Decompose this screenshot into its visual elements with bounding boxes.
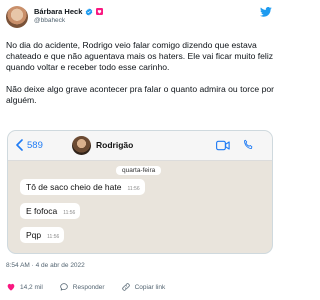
reply-icon [60,283,68,291]
message-text: Tô de saco cheio de hate [26,182,122,192]
message-bubble: Tô de saco cheio de hate 11:56 [20,179,145,195]
back-button[interactable]: 589 [16,139,43,151]
verified-icon [86,7,93,16]
tweet-timestamp[interactable]: 8:54 AM · 4 de abr de 2022 [6,262,85,269]
link-icon [121,283,130,291]
copy-link-label: Copiar link [134,283,166,291]
author-display-name[interactable]: Bárbara Heck [34,7,82,16]
phone-icon[interactable] [242,139,254,151]
message-bubble: E fofoca 11:56 [20,203,81,219]
twitter-bird-icon[interactable] [260,7,272,17]
tweet-card: Bárbara Heck @bbaheck No dia do acidente… [0,0,281,300]
tweet-actions: 14,2 mil Responder Copiar link [6,280,276,294]
author-name-row: Bárbara Heck [34,7,104,16]
contact-name[interactable]: Rodrigão [96,140,133,150]
attached-image-whatsapp-chat[interactable]: 589 Rodrigão quarta-feira Tô de saco che… [7,130,273,254]
like-button[interactable]: 14,2 mil [6,282,43,292]
contact-avatar[interactable] [72,136,91,155]
heart-emoji-icon [96,8,104,15]
message-time: 11:56 [47,234,60,240]
message-text: Pqp [26,230,42,240]
tweet-header: Bárbara Heck @bbaheck [6,6,276,34]
message-time: 11:56 [127,186,140,192]
reply-button[interactable]: Responder [59,282,105,292]
message-bubble: Pqp 11:56 [20,227,65,243]
copy-link-button[interactable]: Copiar link [121,282,166,292]
video-call-icon[interactable] [216,140,230,151]
message-time: 11:56 [63,210,76,216]
message-text: E fofoca [26,206,58,216]
tweet-text: No dia do acidente, Rodrigo veio falar c… [6,40,276,117]
tweet-paragraph: Não deixe algo grave acontecer pra falar… [6,84,275,105]
author-handle[interactable]: @bbaheck [34,17,65,24]
like-count: 14,2 mil [20,283,43,291]
reply-label: Responder [72,283,105,291]
avatar[interactable] [6,6,28,28]
unread-count: 589 [27,139,43,151]
like-icon [7,283,15,291]
back-chevron-icon [16,139,23,151]
date-separator: quarta-feira [116,166,162,175]
chat-header: 589 Rodrigão [8,131,272,161]
tweet-paragraph: No dia do acidente, Rodrigo veio falar c… [6,40,274,72]
